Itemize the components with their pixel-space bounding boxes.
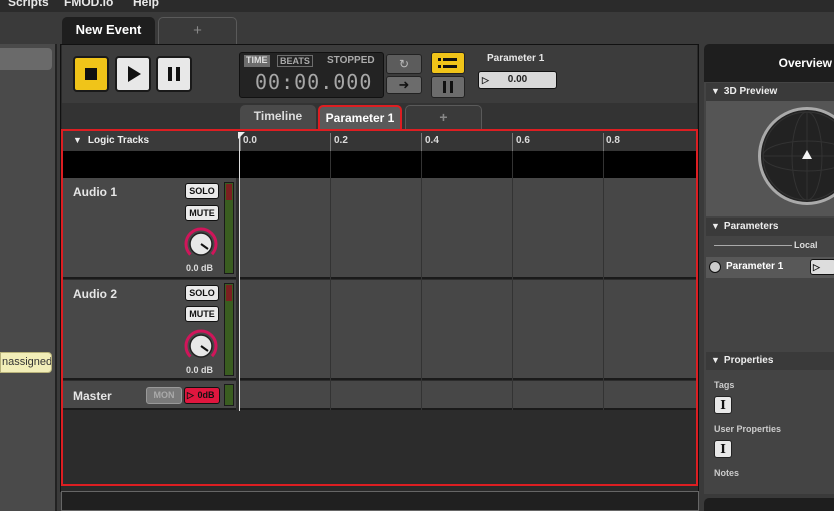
tab-new-event[interactable]: New Event xyxy=(62,17,155,44)
editor-bottom-panel xyxy=(61,491,699,511)
solo-button[interactable]: SOLO xyxy=(185,285,219,301)
browser-search-field[interactable] xyxy=(0,48,52,70)
text-cursor-icon: I xyxy=(720,442,726,456)
logic-track-lane[interactable] xyxy=(63,151,696,178)
master-volume-slider[interactable]: ▷ 0dB xyxy=(184,387,220,404)
master-volume-value: 0dB xyxy=(197,390,215,400)
play-small-icon: ▷ xyxy=(187,390,194,400)
cue-button[interactable] xyxy=(431,76,465,98)
logic-tracks-header[interactable]: ▼ Logic Tracks xyxy=(63,131,239,151)
play-small-icon: ▷ xyxy=(482,75,489,85)
menubar: Scripts FMOD.io Help xyxy=(0,0,834,12)
edit-user-properties-button[interactable]: I xyxy=(714,440,732,458)
stop-icon xyxy=(85,68,97,80)
overview-toggle-button[interactable] xyxy=(431,52,465,74)
timecode-readout: 00:00.000 xyxy=(255,70,373,94)
local-label: Local xyxy=(794,240,818,250)
arrow-right-icon: ➜ xyxy=(398,77,410,92)
parameter-item-label: Parameter 1 xyxy=(726,261,784,272)
playhead[interactable] xyxy=(239,133,240,411)
volume-label: 0.0 dB xyxy=(186,263,214,273)
play-icon xyxy=(128,66,141,82)
master-level-meter xyxy=(224,384,234,406)
parameter-label: Parameter 1 xyxy=(487,53,545,64)
tags-label: Tags xyxy=(714,380,735,390)
solo-button[interactable]: SOLO xyxy=(185,183,219,199)
section-label: Parameters xyxy=(723,221,779,232)
logic-tracks-label: Logic Tracks xyxy=(87,135,150,146)
pause-icon xyxy=(168,67,180,81)
ruler-tick: 0.6 xyxy=(516,135,530,146)
playback-status: STOPPED xyxy=(327,55,375,66)
cue-pause-icon xyxy=(443,81,453,93)
user-properties-label: User Properties xyxy=(714,424,782,434)
track-lane-audio-2[interactable] xyxy=(240,280,696,380)
section-3d-preview[interactable]: ▼ 3D Preview xyxy=(706,83,834,101)
section-label: Properties xyxy=(723,355,774,366)
list-icon xyxy=(438,58,457,68)
3d-preview-sphere[interactable] xyxy=(758,107,834,205)
ruler-tick: 0.2 xyxy=(334,135,348,146)
volume-knob[interactable] xyxy=(184,227,218,261)
ruler-tick: 0.4 xyxy=(425,135,439,146)
parameter-item-slider[interactable]: ▷ xyxy=(810,259,834,275)
beats-mode-toggle[interactable]: BEATS xyxy=(277,55,313,67)
right-bottom-panel xyxy=(704,498,834,511)
collapse-triangle-icon: ▼ xyxy=(711,221,720,231)
section-label: 3D Preview xyxy=(723,86,778,97)
ruler-tick: 0.8 xyxy=(606,135,620,146)
pause-button[interactable] xyxy=(156,56,192,92)
sphere-grid-icon xyxy=(762,111,834,201)
left-browser-panel xyxy=(0,44,57,511)
level-meter xyxy=(224,182,234,274)
overview-title: Overview xyxy=(704,44,834,82)
track-lane-audio-1[interactable] xyxy=(240,178,696,279)
level-meter xyxy=(224,283,234,376)
text-cursor-icon: I xyxy=(720,398,726,412)
volume-knob[interactable] xyxy=(184,329,218,363)
collapse-triangle-icon: ▼ xyxy=(711,355,720,365)
parameter-ruler[interactable] xyxy=(239,131,696,151)
parameter-type-icon xyxy=(709,261,721,273)
collapse-triangle-icon: ▼ xyxy=(73,135,82,145)
parameter-list-item[interactable]: Parameter 1 ▷ xyxy=(706,257,834,278)
track-name: Audio 2 xyxy=(73,287,117,301)
menu-help[interactable]: Help xyxy=(133,0,159,9)
section-properties[interactable]: ▼ Properties xyxy=(706,352,834,370)
playhead-marker-icon xyxy=(238,132,245,139)
mute-button[interactable]: MUTE xyxy=(185,306,219,322)
add-sheet-tab-button[interactable]: + xyxy=(405,105,482,129)
volume-label: 0.0 dB xyxy=(186,365,214,375)
local-divider: Local xyxy=(706,237,834,257)
follow-playhead-button[interactable]: ➜ xyxy=(386,76,422,94)
track-lane-master[interactable] xyxy=(240,381,696,410)
tab-parameter-1[interactable]: Parameter 1 xyxy=(318,105,402,129)
unassigned-badge[interactable]: nassigned xyxy=(0,352,52,373)
mute-button[interactable]: MUTE xyxy=(185,205,219,221)
stop-button[interactable] xyxy=(73,56,109,92)
section-parameters[interactable]: ▼ Parameters xyxy=(706,218,834,236)
notes-label: Notes xyxy=(714,468,740,478)
edit-tags-button[interactable]: I xyxy=(714,396,732,414)
monitor-button[interactable]: MON xyxy=(146,387,182,404)
time-mode-toggle[interactable]: TIME xyxy=(244,55,270,67)
track-name: Master xyxy=(73,389,112,403)
loop-button[interactable]: ↻ xyxy=(386,54,422,74)
add-event-tab-button[interactable]: + xyxy=(158,17,237,44)
menu-scripts[interactable]: Scripts xyxy=(8,0,49,9)
play-button[interactable] xyxy=(115,56,151,92)
track-name: Audio 1 xyxy=(73,185,117,199)
loop-icon: ↻ xyxy=(398,57,410,71)
tab-timeline[interactable]: Timeline xyxy=(240,105,316,129)
menu-fmod-io[interactable]: FMOD.io xyxy=(64,0,113,9)
parameter-value: 0.00 xyxy=(507,74,528,85)
parameter-value-field[interactable]: ▷ 0.00 xyxy=(478,71,557,89)
collapse-triangle-icon: ▼ xyxy=(711,86,720,96)
